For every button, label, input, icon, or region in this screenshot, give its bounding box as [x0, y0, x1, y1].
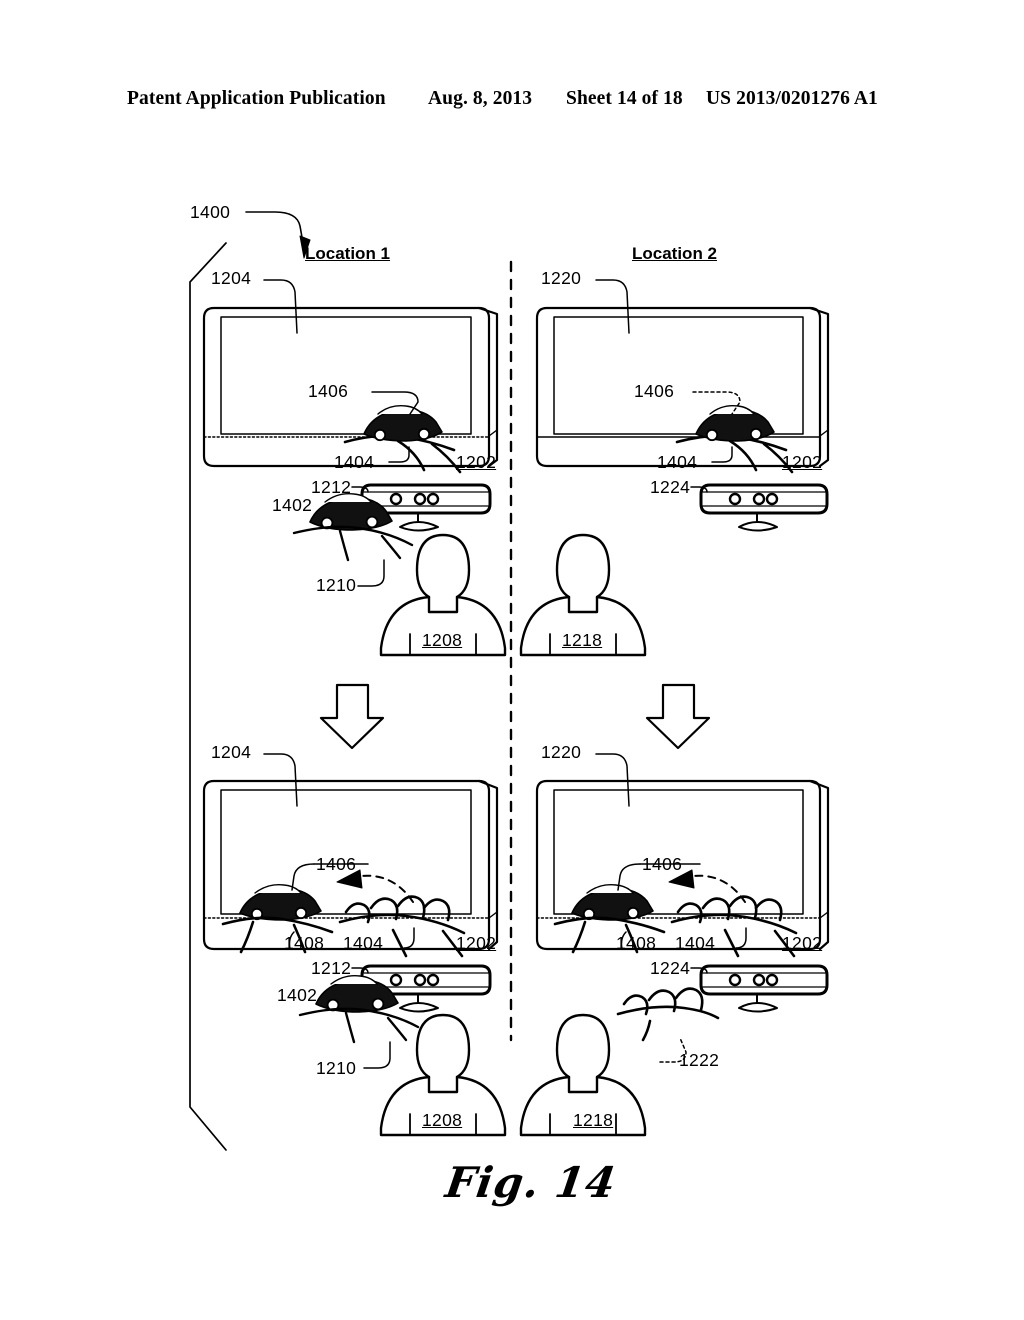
ref-1406-top-right: 1406 — [634, 381, 675, 401]
leader-1404-bottom-right — [735, 927, 747, 949]
ref-1404-top-left: 1404 — [334, 452, 375, 472]
transition-arrow-left — [319, 683, 385, 750]
ref-1224-top: 1224 — [650, 477, 691, 497]
column-label-location-1: Location 1 — [305, 244, 391, 263]
figure-caption: Fig. 14 — [442, 1158, 620, 1207]
ref-1204-top-left: 1204 — [211, 268, 252, 288]
ref-1404-bottom-right: 1404 — [675, 933, 716, 953]
ref-1402-top: 1402 — [272, 495, 313, 515]
ref-1210-bottom: 1210 — [316, 1058, 357, 1078]
ref-1202-top-right: 1202 — [782, 452, 823, 472]
vehicle-1408-bottom-right — [571, 883, 654, 921]
ref-1218-top: 1218 — [562, 630, 603, 650]
ref-1202-bottom-left: 1202 — [456, 933, 497, 953]
ref-1408-bottom-left: 1408 — [284, 933, 325, 953]
leader-1404-top-right — [711, 446, 733, 463]
ref-1222: 1222 — [679, 1050, 720, 1070]
ref-1406-bottom-left: 1406 — [316, 854, 357, 874]
ref-1400: 1400 — [190, 202, 231, 222]
ref-1208-top: 1208 — [422, 630, 463, 650]
vehicle-1406-top-left — [363, 404, 443, 442]
local-vehicle-1402-bottom — [315, 974, 399, 1013]
ref-1220-bottom-right: 1220 — [541, 742, 582, 762]
ref-1212-top: 1212 — [311, 477, 352, 497]
transition-arrow-right — [645, 683, 711, 750]
ref-1224-bottom: 1224 — [650, 958, 691, 978]
ref-1202-bottom-right: 1202 — [782, 933, 823, 953]
ref-1220-top-right: 1220 — [541, 268, 582, 288]
column-label-location-2: Location 2 — [632, 244, 718, 263]
display-1220-top — [535, 306, 830, 468]
vehicle-1406-top-right — [695, 404, 775, 442]
leader-1220-top — [595, 279, 630, 334]
local-hand-1210-top — [292, 525, 414, 562]
leader-1212-bottom — [351, 967, 369, 974]
display-1204-top — [202, 306, 499, 468]
ref-1404-top-right: 1404 — [657, 452, 698, 472]
ref-1408-bottom-right: 1408 — [616, 933, 657, 953]
system-leader-arrow — [245, 211, 311, 259]
ref-1202-top-left: 1202 — [456, 452, 497, 472]
ref-1218-bottom: 1218 — [573, 1110, 614, 1130]
local-hand-1222 — [616, 987, 720, 1042]
leader-1224-top — [690, 486, 708, 493]
leader-1204-top — [263, 279, 298, 334]
leader-1224-bottom — [690, 967, 708, 974]
ref-1404-bottom-left: 1404 — [343, 933, 384, 953]
vehicle-1408-bottom-left — [239, 883, 322, 921]
ref-1406-top-left: 1406 — [308, 381, 349, 401]
leader-1210-bottom — [363, 1041, 391, 1069]
leader-1404-top-left — [388, 446, 410, 463]
ref-1208-bottom: 1208 — [422, 1110, 463, 1130]
leader-1404-bottom-left — [403, 927, 415, 949]
ref-1406-bottom-right: 1406 — [642, 854, 683, 874]
leader-1212-top — [351, 486, 369, 493]
local-hand-1210-bottom — [298, 1007, 420, 1044]
ref-1204-bottom-left: 1204 — [211, 742, 252, 762]
figure-artwork — [189, 211, 830, 1151]
sensor-1224-bottom — [699, 964, 829, 1013]
ref-1402-bottom: 1402 — [277, 985, 318, 1005]
display-1220-bottom — [535, 779, 830, 951]
leader-1210-top — [357, 559, 385, 587]
ref-1210-top: 1210 — [316, 575, 357, 595]
ref-1212-bottom: 1212 — [311, 958, 352, 978]
local-vehicle-1402-top — [309, 492, 393, 531]
sensor-1224-top — [699, 483, 829, 532]
